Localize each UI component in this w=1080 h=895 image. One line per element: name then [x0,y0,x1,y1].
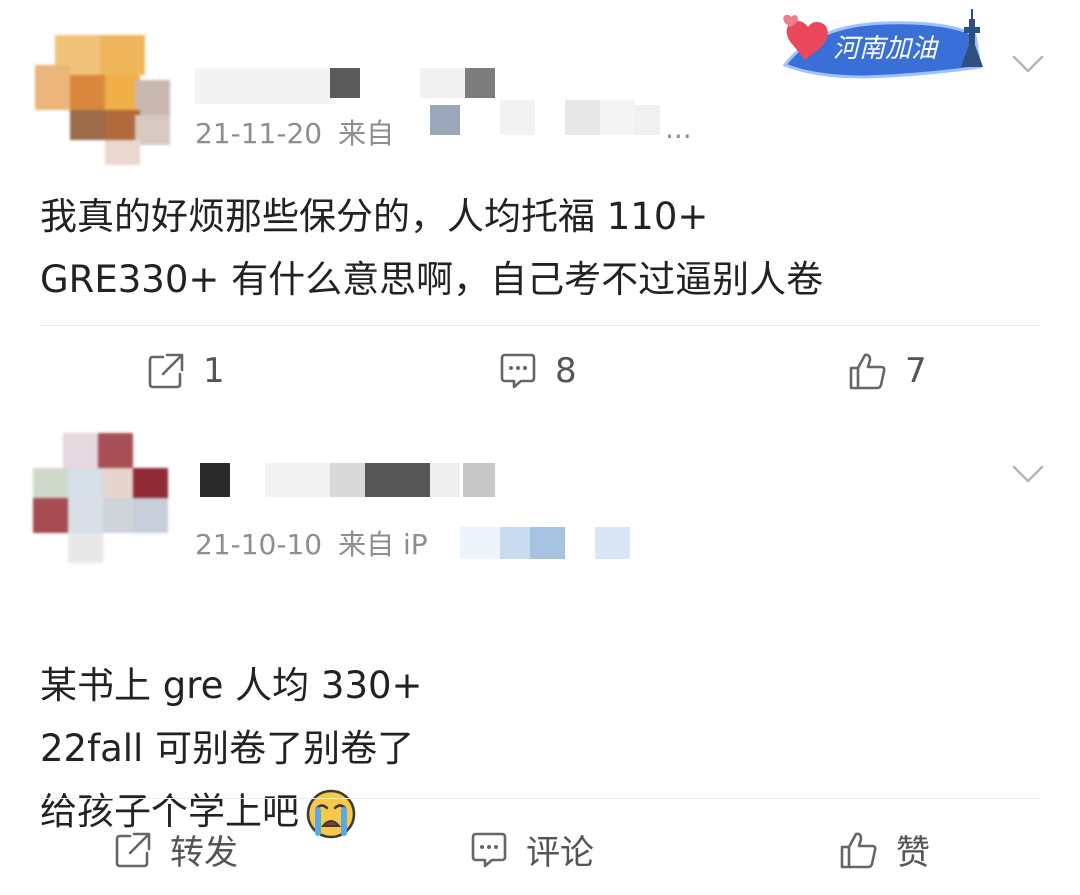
comment-icon [500,353,536,389]
repost-button[interactable]: 1 [145,350,225,392]
user-avatar[interactable] [35,35,170,170]
repost-icon [115,832,151,867]
user-avatar[interactable] [33,433,168,568]
post-source: 来自 iP [338,528,428,561]
post-meta: 21-10-10 来自 iP [195,523,444,563]
like-count: 7 [905,351,927,391]
repost-button[interactable]: 转发 [112,825,238,874]
henan-badge[interactable]: 河南加油 [775,5,1000,80]
thumbs-up-icon [840,832,877,868]
repost-icon [148,353,184,389]
post-date: 21-10-10 [195,528,323,561]
comment-count: 8 [555,351,577,391]
source-redacted [460,527,635,561]
badge-text: 河南加油 [833,34,940,64]
comment-button[interactable]: 8 [497,350,577,392]
comment-icon [471,832,507,867]
chevron-down-icon[interactable] [1010,45,1046,81]
like-button[interactable]: 赞 [838,825,930,874]
post-date: 21-11-20 [195,117,323,150]
source-redacted [430,100,690,140]
post-content: 我真的好烦那些保分的，人均托福 110+ GRE330+ 有什么意思啊，自己考不… [40,195,824,301]
repost-count: 1 [203,351,225,391]
divider [40,325,1040,326]
crying-face-icon [306,789,356,838]
repost-label: 转发 [170,833,238,873]
like-label: 赞 [896,833,930,873]
like-button[interactable]: 7 [847,350,927,392]
post-source: 来自 [338,117,395,150]
post-content-text: 某书上 gre 人均 330+ 22fall 可别卷了别卷了 给孩子个学上吧 [40,664,423,833]
thumbs-up-icon [849,353,886,390]
chevron-down-icon[interactable] [1010,455,1046,491]
comment-card: 21-11-20 来自 ... 河南加油 我真的好烦那些保分的，人均托福 110+… [0,0,1080,425]
post-meta: 21-11-20 来自 [195,112,410,152]
source-ellipsis: ... [665,112,692,145]
username-redacted[interactable] [195,68,505,104]
comment-button[interactable]: 评论 [468,825,594,874]
divider [40,798,1040,799]
username-redacted[interactable] [195,463,505,499]
post-content: 某书上 gre 人均 330+ 22fall 可别卷了别卷了 给孩子个学上吧 [40,591,423,843]
comment-card: 21-10-10 来自 iP 某书上 gre 人均 330+ 22fall 可别卷… [0,425,1080,895]
comment-label: 评论 [526,833,594,873]
